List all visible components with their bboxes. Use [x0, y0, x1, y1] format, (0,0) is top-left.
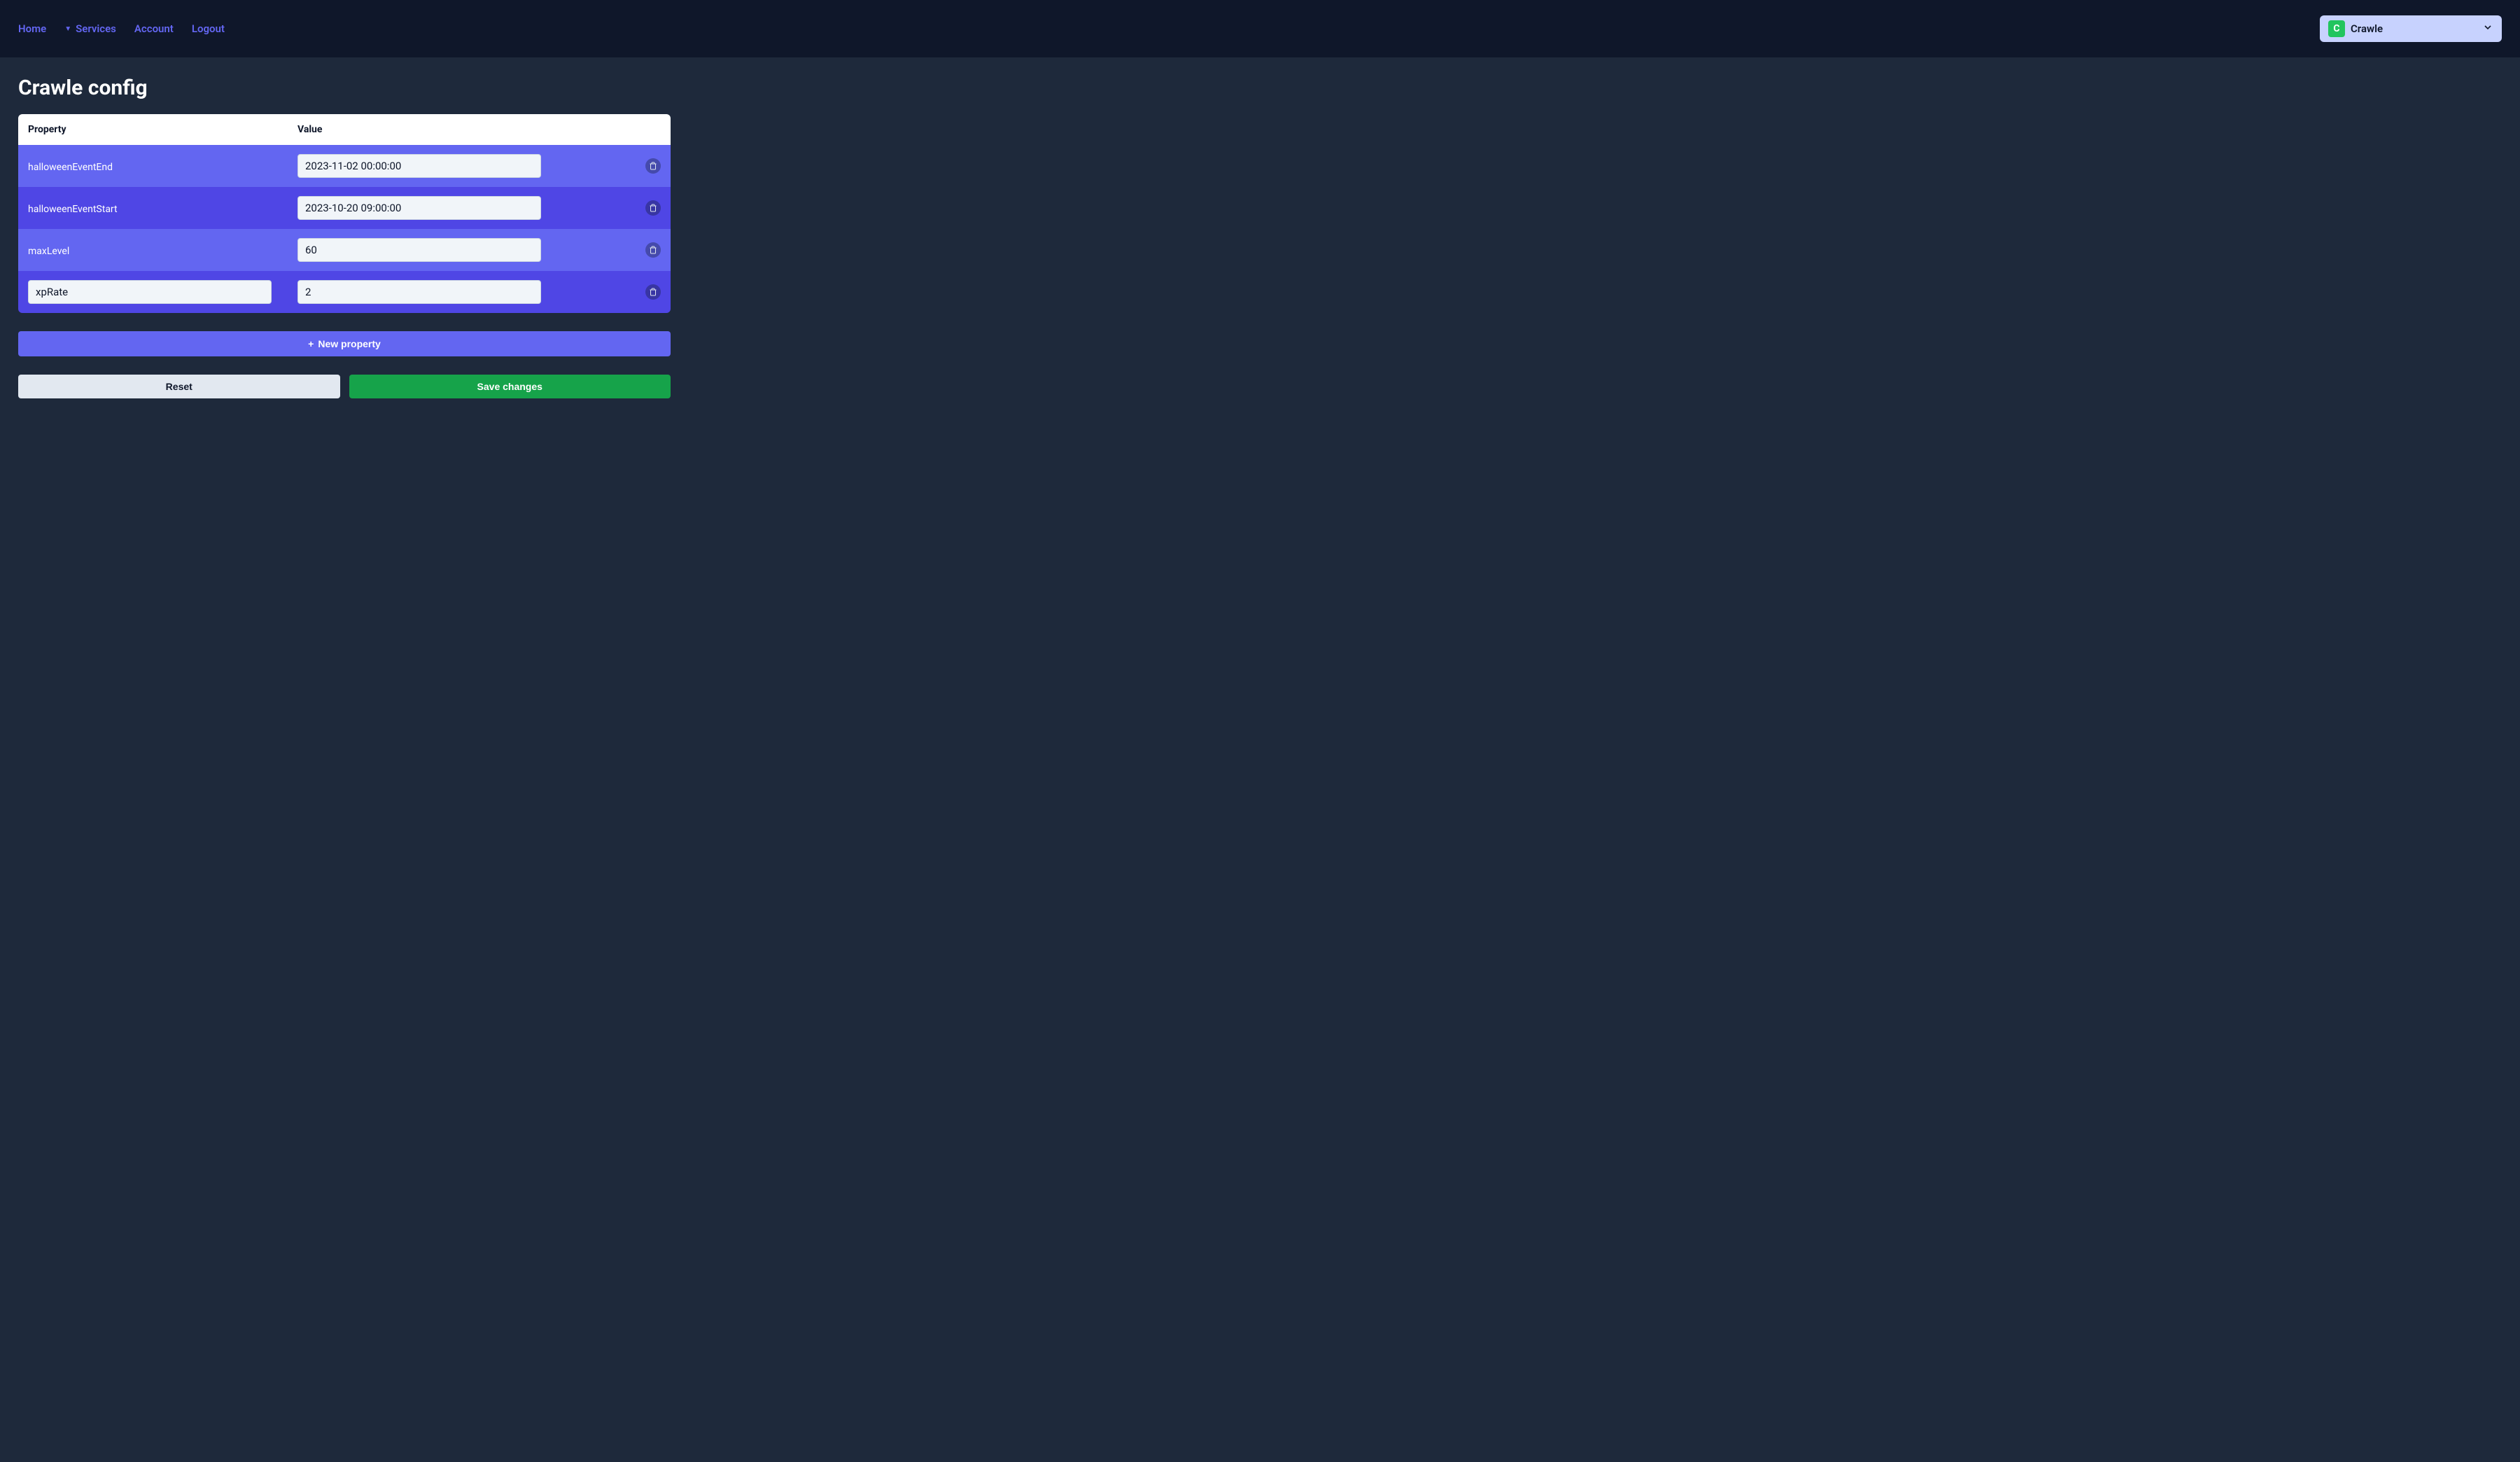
- nav-account[interactable]: Account: [134, 22, 174, 35]
- plus-icon: +: [308, 338, 314, 349]
- reset-button[interactable]: Reset: [18, 375, 340, 398]
- trash-icon: [649, 288, 657, 296]
- save-button[interactable]: Save changes: [349, 375, 671, 398]
- trash-icon: [649, 162, 657, 170]
- table-row: [18, 271, 671, 313]
- property-value-input[interactable]: [298, 196, 541, 220]
- workspace-badge: C: [2328, 20, 2345, 37]
- table-row: halloweenEventStart: [18, 187, 671, 229]
- top-header: Home ▼ Services Account Logout C Crawle: [0, 0, 2520, 57]
- new-property-label: New property: [318, 338, 380, 349]
- trash-icon: [649, 204, 657, 212]
- column-header-property: Property: [28, 124, 298, 135]
- nav-services-label: Services: [76, 22, 116, 35]
- delete-property-button[interactable]: [645, 200, 661, 216]
- nav-logout[interactable]: Logout: [192, 22, 225, 35]
- config-table: Property Value halloweenEventEndhallowee…: [18, 114, 671, 313]
- trash-icon: [649, 246, 657, 254]
- column-header-value: Value: [298, 124, 619, 135]
- workspace-selector[interactable]: C Crawle: [2320, 15, 2502, 42]
- delete-property-button[interactable]: [645, 284, 661, 300]
- page-title: Crawle config: [18, 76, 2502, 100]
- table-row: maxLevel: [18, 229, 671, 271]
- property-value-input[interactable]: [298, 154, 541, 178]
- nav-services[interactable]: ▼ Services: [64, 22, 116, 35]
- chevron-down-icon: [2482, 22, 2493, 36]
- caret-down-icon: ▼: [64, 25, 71, 33]
- property-value-input[interactable]: [298, 280, 541, 304]
- table-header: Property Value: [18, 114, 671, 145]
- page-content: Crawle config Property Value halloweenEv…: [0, 57, 2520, 417]
- property-name: halloweenEventStart: [28, 204, 118, 215]
- delete-property-button[interactable]: [645, 242, 661, 258]
- new-property-button[interactable]: + New property: [18, 331, 671, 356]
- delete-property-button[interactable]: [645, 158, 661, 174]
- nav-home[interactable]: Home: [18, 22, 46, 35]
- table-row: halloweenEventEnd: [18, 145, 671, 187]
- property-name-input[interactable]: [28, 280, 272, 304]
- property-name: halloweenEventEnd: [28, 162, 113, 173]
- action-buttons: Reset Save changes: [18, 375, 671, 398]
- table-body: halloweenEventEnd halloweenEventStart maxL…: [18, 145, 671, 313]
- property-name: maxLevel: [28, 246, 69, 257]
- workspace-name: Crawle: [2351, 22, 2477, 35]
- main-nav: Home ▼ Services Account Logout: [18, 22, 225, 35]
- property-value-input[interactable]: [298, 238, 541, 262]
